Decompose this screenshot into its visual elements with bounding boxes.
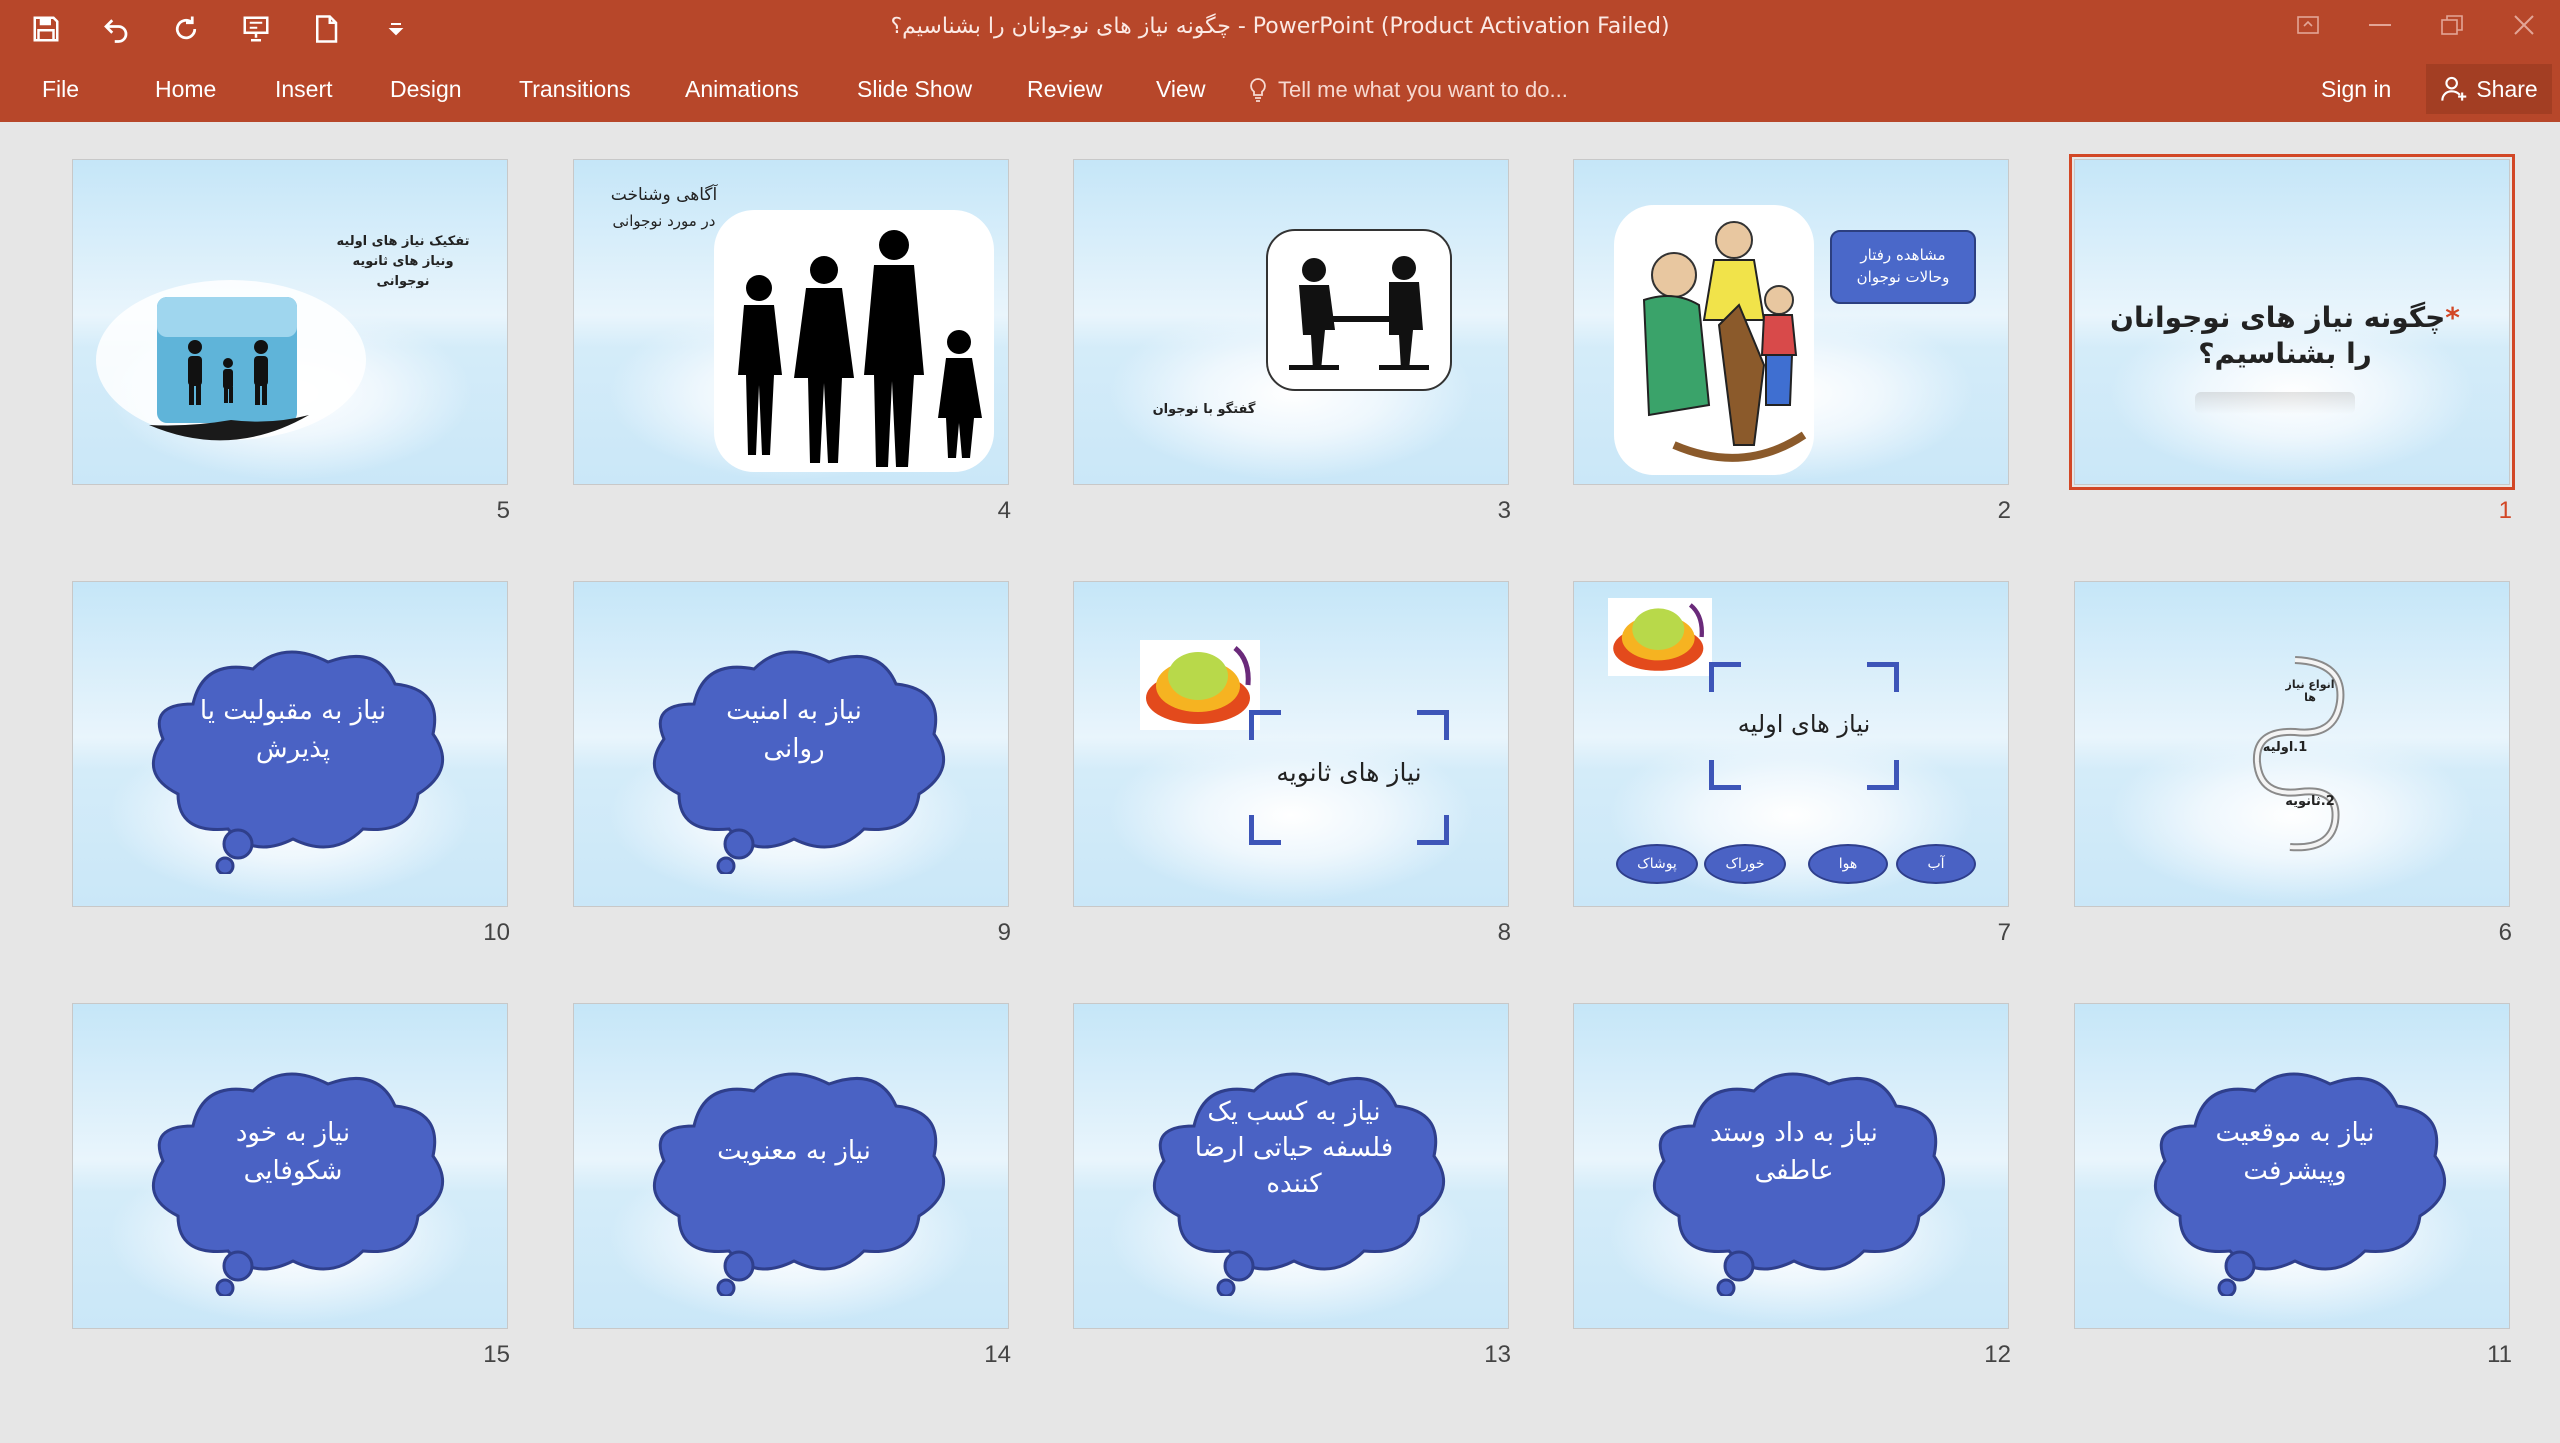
slide-number: 15 (483, 1341, 510, 1368)
tab-file[interactable]: File (42, 76, 79, 103)
slide-7-oval-1: آب (1896, 844, 1976, 884)
fruit-image (1140, 640, 1260, 730)
slide-sorter: تفکیک نیاز های اولیه ونیاز های ثانویه نو… (0, 122, 2560, 1443)
slide-number: 10 (483, 919, 510, 946)
slide-8[interactable]: نیاز های ثانویه (1073, 581, 1509, 907)
slide-13-line1: نیاز به کسب یک (1207, 1097, 1381, 1127)
slide-9-line2: روانی (763, 734, 825, 764)
fruit-image (1608, 598, 1712, 676)
slide-14-line1: نیاز به معنویت (717, 1136, 871, 1166)
slide-number: 6 (2498, 919, 2512, 946)
slide-5[interactable]: تفکیک نیاز های اولیه ونیاز های ثانویه نو… (72, 159, 508, 485)
slide-number: 4 (997, 497, 1011, 524)
slide-6-line3: 1.اولیه (2262, 740, 2308, 755)
slide-number: 14 (984, 1341, 1011, 1368)
slide-1-bullet: * (2445, 301, 2460, 334)
slide-9-line1: نیاز به امنیت (726, 696, 862, 726)
slide-number: 8 (1497, 919, 1511, 946)
slide-7-oval-2: هوا (1808, 844, 1888, 884)
slide-3-caption: گفتگو با نوجوان (1152, 402, 1256, 417)
slide-2-text-box: مشاهده رفتار وحالات نوجوان (1830, 230, 1976, 304)
restore-icon[interactable] (2416, 0, 2488, 50)
slide-15[interactable]: نیاز به خود شکوفایی (72, 1003, 508, 1329)
title-bar: چگونه نیاز های نوجوانان را بشناسیم؟ - Po… (0, 0, 2560, 58)
slide-1-title-line2: را بشناسیم؟ (2198, 337, 2372, 370)
slide-11[interactable]: نیاز به موقعیت وپیشرفت (2074, 1003, 2510, 1329)
tell-me-search[interactable]: Tell me what you want to do... (1248, 72, 1568, 108)
slide-15-line1: نیاز به خود (235, 1118, 351, 1148)
slide-number: 11 (2487, 1341, 2512, 1368)
ribbon-display-options-icon[interactable] (2272, 0, 2344, 50)
slide-6-line4: 2.ثانویه (2285, 794, 2335, 809)
lightbulb-icon (1250, 78, 1266, 102)
slide-7-oval-4: پوشاک (1616, 844, 1698, 884)
slide-7[interactable]: نیاز های اولیه آب هوا خوراک پوشاک (1573, 581, 2009, 907)
conversation-image (1266, 229, 1452, 391)
slide-13-line2: فلسفه حیاتی ارضا (1194, 1133, 1394, 1163)
slide-2-box-line1: مشاهده رفتار (1860, 246, 1946, 264)
ribbon-tab-bar: File Home Insert Design Transitions Anim… (0, 58, 2560, 122)
slide-6-line2: ها (2304, 691, 2316, 704)
slide-9[interactable]: نیاز به امنیت روانی (573, 581, 1009, 907)
slide-1[interactable]: *چگونه نیاز های نوجوانان را بشناسیم؟ (2069, 154, 2515, 490)
slide-14[interactable]: نیاز به معنویت (573, 1003, 1009, 1329)
tab-transitions[interactable]: Transitions (519, 76, 631, 103)
slide-5-line3: نوجوانی (376, 274, 430, 289)
slide-number: 12 (1984, 1341, 2011, 1368)
slide-1-title-line1: چگونه نیاز های نوجوانان (2110, 301, 2446, 334)
slide-number: 5 (496, 497, 510, 524)
slide-number: 2 (1997, 497, 2011, 524)
slide-10[interactable]: نیاز به مقبولیت یا پذیرش (72, 581, 508, 907)
slide-8-heading: نیاز های ثانویه (1276, 758, 1422, 787)
slide-5-line1: تفکیک نیاز های اولیه (336, 234, 470, 249)
slide-3[interactable]: گفتگو با نوجوان (1073, 159, 1509, 485)
window-controls (2272, 0, 2560, 58)
tab-animations[interactable]: Animations (685, 76, 799, 103)
slide-13[interactable]: نیاز به کسب یک فلسفه حیاتی ارضا کننده (1073, 1003, 1509, 1329)
slide-number: 13 (1484, 1341, 1511, 1368)
slide-10-line1: نیاز به مقبولیت یا (199, 696, 387, 726)
tab-home[interactable]: Home (155, 76, 216, 103)
slide-1-reflection (2195, 392, 2355, 414)
slide-10-line2: پذیرش (255, 734, 331, 764)
slide-number: 9 (997, 919, 1011, 946)
sign-in-link[interactable]: Sign in (2321, 76, 2391, 103)
family-silhouette-image (714, 210, 994, 472)
slide-7-heading: نیاز های اولیه (1737, 710, 1871, 738)
close-icon[interactable] (2488, 0, 2560, 50)
tab-view[interactable]: View (1156, 76, 1205, 103)
slide-number: 3 (1497, 497, 1511, 524)
slide-number: 1 (2498, 497, 2512, 524)
slide-12-line2: عاطفی (1754, 1156, 1834, 1186)
minimize-icon[interactable] (2344, 0, 2416, 50)
family-rocking-horse-image (1614, 205, 1814, 475)
tab-design[interactable]: Design (390, 76, 462, 103)
slide-number: 7 (1997, 919, 2011, 946)
window-title: چگونه نیاز های نوجوانان را بشناسیم؟ - Po… (890, 14, 1670, 39)
tab-review[interactable]: Review (1027, 76, 1102, 103)
share-label: Share (2476, 75, 2538, 102)
slide-12[interactable]: نیاز به داد وستد عاطفی (1573, 1003, 2009, 1329)
slide-11-line2: وپیشرفت (2243, 1156, 2347, 1186)
person-add-icon (2441, 76, 2467, 101)
tell-me-placeholder: Tell me what you want to do... (1278, 77, 1568, 102)
slide-12-line1: نیاز به داد وستد (1710, 1118, 1878, 1148)
tab-slide-show[interactable]: Slide Show (857, 76, 972, 103)
slide-6[interactable]: انواع نیاز ها 1.اولیه 2.ثانویه (2074, 581, 2510, 907)
slide-2-box-line2: وحالات نوجوان (1856, 268, 1950, 286)
slide-4[interactable]: آگاهی وشناخت در مورد نوجوانی (573, 159, 1009, 485)
slide-5-line2: ونیاز های ثانویه (352, 254, 454, 269)
share-button[interactable]: Share (2426, 64, 2552, 114)
slide-13-line3: کننده (1266, 1169, 1322, 1199)
thought-cloud-shape (653, 1072, 945, 1296)
slide-1-title: *چگونه نیاز های نوجوانان را بشناسیم؟ (2095, 300, 2475, 372)
slide-2[interactable]: مشاهده رفتار وحالات نوجوان (1573, 159, 2009, 485)
tab-insert[interactable]: Insert (275, 76, 333, 103)
slide-4-line1: آگاهی وشناخت (610, 185, 718, 205)
slide-7-oval-3: خوراک (1704, 844, 1786, 884)
slide-15-line2: شکوفایی (243, 1156, 343, 1186)
slide-6-line1: انواع نیاز (2285, 678, 2335, 691)
slide-11-line1: نیاز به موقعیت (2215, 1118, 2375, 1148)
